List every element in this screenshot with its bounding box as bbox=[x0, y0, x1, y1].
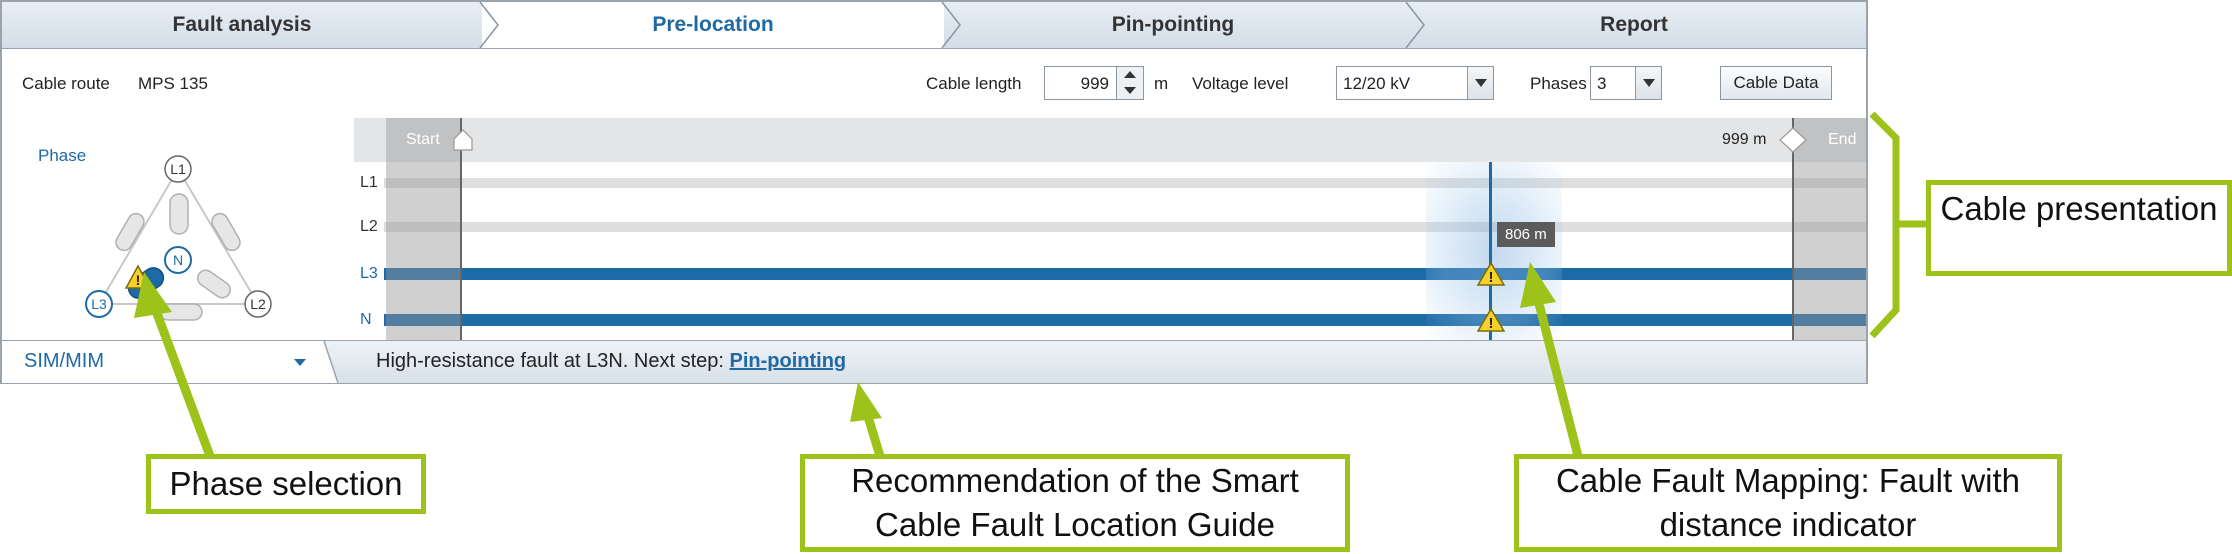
cable-presentation-bracket bbox=[1869, 111, 1900, 339]
callout-recommendation: Recommendation of the Smart Cable Fault … bbox=[800, 454, 1350, 552]
callout-phase-selection: Phase selection bbox=[146, 454, 426, 514]
callout-fault-mapping: Cable Fault Mapping: Fault with distance… bbox=[1514, 454, 2062, 552]
callout-cable-presentation: Cable presentation bbox=[1926, 180, 2232, 276]
